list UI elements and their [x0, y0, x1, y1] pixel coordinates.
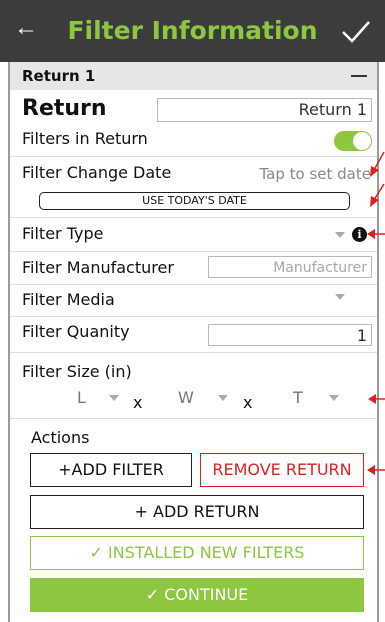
red-annotation-arrow-icon — [370, 151, 385, 207]
size-thickness-label: T — [293, 388, 303, 407]
divider — [10, 156, 377, 157]
return-section-header[interactable]: Return 1 — [10, 62, 377, 90]
section-title: Return 1 — [22, 67, 96, 85]
size-width-label: W — [178, 388, 194, 407]
filters-in-return-toggle[interactable] — [334, 131, 372, 151]
filter-manufacturer-label: Filter Manufacturer — [22, 258, 174, 277]
toggle-knob — [353, 132, 371, 150]
actions-label: Actions — [31, 428, 90, 447]
add-return-button[interactable]: + ADD RETURN — [30, 495, 364, 529]
filter-media-label: Filter Media — [22, 290, 115, 309]
filters-in-return-label: Filters in Return — [22, 129, 148, 148]
divider — [10, 217, 377, 218]
info-icon[interactable]: i — [352, 227, 367, 242]
size-width-dropdown-icon[interactable] — [218, 395, 228, 401]
save-check-icon[interactable] — [339, 14, 373, 48]
use-todays-date-button[interactable]: USE TODAY'S DATE — [39, 192, 350, 210]
size-length-label: L — [77, 388, 86, 407]
divider — [10, 418, 377, 419]
divider — [10, 352, 377, 353]
divider — [10, 284, 377, 285]
size-length-dropdown-icon[interactable] — [109, 395, 119, 401]
collapse-icon[interactable] — [351, 75, 367, 77]
size-multiply-sign: x — [133, 393, 143, 412]
filter-media-dropdown-icon[interactable] — [335, 294, 345, 300]
filter-quantity-label: Filter Quanity — [22, 322, 130, 341]
filter-type-label: Filter Type — [22, 224, 104, 243]
header-bar: ← Filter Information — [0, 0, 385, 62]
add-filter-button[interactable]: +ADD FILTER — [30, 453, 192, 487]
return-label: Return — [22, 96, 107, 121]
filter-type-dropdown-icon[interactable] — [335, 232, 345, 238]
size-multiply-sign: x — [243, 393, 253, 412]
divider — [10, 316, 377, 317]
filter-manufacturer-input[interactable]: Manufacturer — [208, 256, 372, 278]
red-annotation-arrow-icon — [368, 394, 385, 404]
filter-change-date-label: Filter Change Date — [22, 163, 172, 182]
remove-return-button[interactable]: REMOVE RETURN — [200, 453, 364, 487]
red-annotation-arrow-icon — [367, 465, 385, 475]
return-name-input[interactable]: Return 1 — [157, 98, 372, 122]
filter-size-label: Filter Size (in) — [22, 362, 132, 381]
filter-quantity-input[interactable]: 1 — [208, 324, 372, 346]
divider — [10, 251, 377, 252]
filter-change-date-value[interactable]: Tap to set date — [259, 165, 371, 183]
installed-new-filters-button[interactable]: ✓ INSTALLED NEW FILTERS — [30, 536, 364, 570]
continue-button[interactable]: ✓ CONTINUE — [30, 578, 364, 612]
page-title: Filter Information — [67, 16, 318, 45]
red-annotation-arrow-icon — [367, 229, 385, 239]
size-thickness-dropdown-icon[interactable] — [329, 395, 339, 401]
